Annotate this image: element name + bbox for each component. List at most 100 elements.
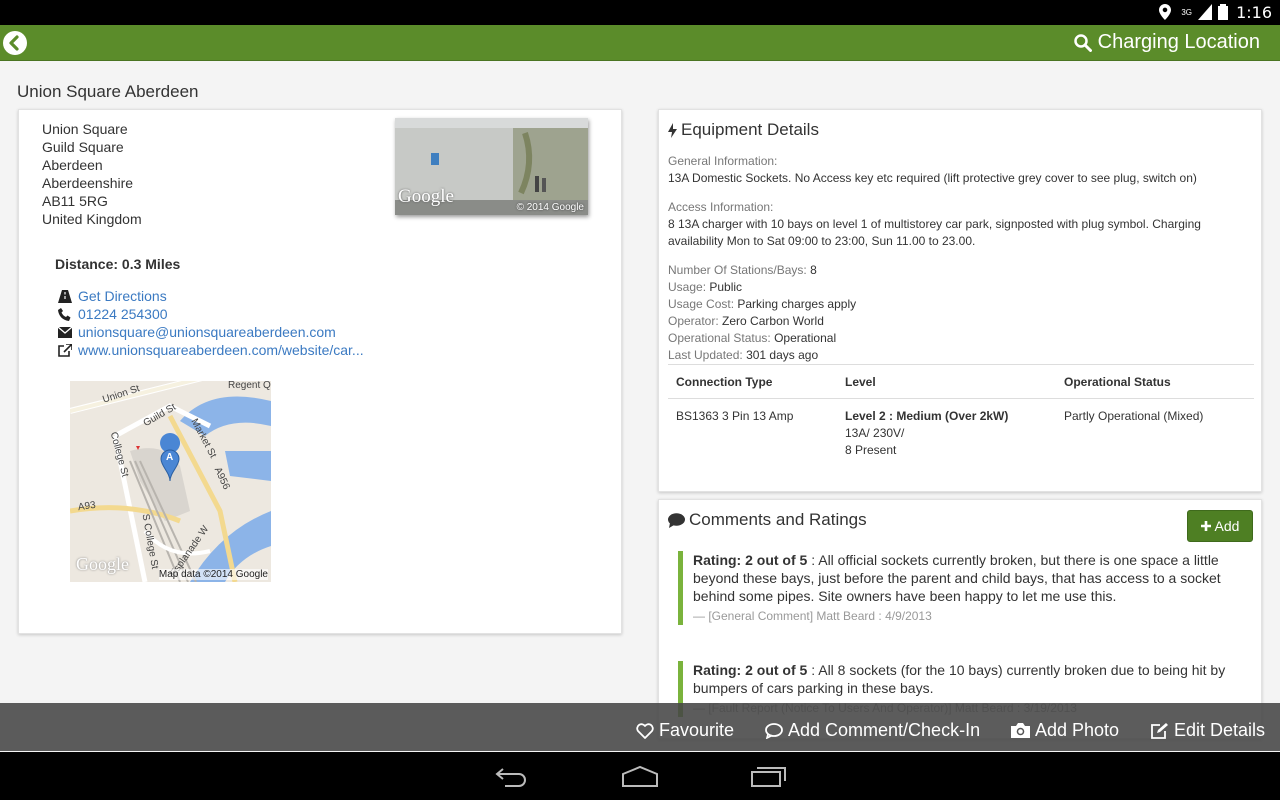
- search-icon: [1073, 33, 1092, 52]
- status-bar: 3G 1:16: [0, 0, 1280, 25]
- favourite-button[interactable]: Favourite: [636, 720, 734, 741]
- stations-value: 8: [810, 263, 817, 277]
- location-panel: Union Square Guild Square Aberdeen Aberd…: [18, 109, 622, 634]
- nav-back-icon: [495, 768, 526, 787]
- map-copyright: Map data ©2014 Google: [158, 569, 268, 580]
- table-row: BS1363 3 Pin 13 Amp Level 2 : Medium (Ov…: [668, 399, 1254, 469]
- level-detail: 13A/ 230V/: [845, 426, 905, 440]
- add-comment-checkin-label: Add Comment/Check-In: [788, 720, 981, 740]
- usage-cost-label: Usage Cost:: [668, 297, 735, 311]
- add-comment-button[interactable]: Add: [1187, 510, 1253, 542]
- last-updated-row: Last Updated: 301 days ago: [668, 347, 1248, 364]
- comment-rating: Rating: 2 out of 5: [693, 662, 808, 678]
- plus-icon: [1200, 521, 1211, 531]
- usage-row: Usage: Public: [668, 279, 1248, 296]
- stations-label: Number Of Stations/Bays:: [668, 263, 807, 277]
- directions-link[interactable]: Get Directions: [57, 287, 167, 305]
- website-url: www.unionsquareaberdeen.com/website/car.…: [78, 342, 364, 358]
- access-info-label: Access Information:: [668, 200, 774, 214]
- nav-back-button[interactable]: [495, 764, 529, 793]
- general-info: General Information: 13A Domestic Socket…: [668, 153, 1248, 187]
- operational-status-value: Operational: [774, 331, 837, 345]
- heart-icon: [636, 722, 654, 739]
- network-type-label: 3G: [1181, 7, 1192, 17]
- add-comment-checkin-button[interactable]: Add Comment/Check-In: [765, 720, 980, 741]
- column-header: Level: [837, 364, 1056, 399]
- action-bar: Charging Location: [0, 25, 1280, 61]
- map-street-label: Regent Q: [228, 381, 271, 391]
- comment-item: Rating: 2 out of 5 : All official socket…: [678, 551, 1252, 625]
- connection-status-cell: Partly Operational (Mixed): [1064, 409, 1204, 423]
- nav-recents-icon: [751, 767, 786, 787]
- edit-details-label: Edit Details: [1174, 720, 1266, 740]
- envelope-icon: [57, 325, 72, 339]
- address-line: AB11 5RG: [42, 193, 108, 209]
- access-info-text: 8 13A charger with 10 bays on level 1 of…: [668, 217, 1201, 248]
- stations-row: Number Of Stations/Bays: 8: [668, 262, 1248, 279]
- add-button-label: Add: [1214, 518, 1240, 534]
- connection-type-cell: BS1363 3 Pin 13 Amp: [676, 409, 794, 423]
- website-link[interactable]: www.unionsquareaberdeen.com/website/car.…: [57, 341, 364, 359]
- address-block: Union Square Guild Square Aberdeen Aberd…: [42, 120, 142, 228]
- street-view-photo[interactable]: Google © 2014 Google: [395, 118, 588, 215]
- lightning-icon: [668, 122, 677, 138]
- edit-details-button[interactable]: Edit Details: [1151, 720, 1265, 741]
- comment-icon: [765, 722, 783, 739]
- location-map-thumbnail[interactable]: A Union St Regent Q Guild St Market St C…: [70, 381, 271, 582]
- google-watermark: Google: [398, 186, 454, 207]
- email-address: unionsquare@unionsquareaberdeen.com: [78, 324, 336, 340]
- road-icon: [57, 289, 72, 303]
- add-photo-label: Add Photo: [1035, 720, 1120, 740]
- comment-bubble-icon: [668, 512, 685, 528]
- operational-status-row: Operational Status: Operational: [668, 330, 1248, 347]
- back-button[interactable]: [3, 31, 27, 55]
- back-arrow-icon: [9, 35, 19, 51]
- address-line: United Kingdom: [42, 211, 142, 227]
- favourite-label: Favourite: [659, 720, 735, 740]
- column-header: Operational Status: [1056, 364, 1254, 399]
- connections-table: Connection Type Level Operational Status…: [668, 364, 1254, 468]
- photo-copyright: © 2014 Google: [516, 202, 584, 213]
- phone-link[interactable]: 01224 254300: [57, 305, 168, 323]
- signal-icon: [1198, 4, 1212, 20]
- action-bar-title-text: Charging Location: [1097, 31, 1260, 53]
- add-photo-button[interactable]: Add Photo: [1011, 720, 1119, 741]
- usage-cost-value: Parking charges apply: [737, 297, 857, 311]
- last-updated-value: 301 days ago: [746, 348, 819, 362]
- nav-home-button[interactable]: [621, 764, 659, 793]
- level-title: Level 2 : Medium (Over 2kW): [845, 409, 1009, 423]
- usage-value: Public: [709, 280, 743, 294]
- nav-recents-button[interactable]: [750, 764, 788, 793]
- action-bar-title[interactable]: Charging Location: [1073, 31, 1260, 54]
- comments-heading: Comments and Ratings: [668, 510, 867, 530]
- operator-label: Operator:: [668, 314, 719, 328]
- comment-text-block: Rating: 2 out of 5 : All official socket…: [693, 551, 1252, 605]
- phone-number: 01224 254300: [78, 306, 168, 322]
- comments-heading-text: Comments and Ratings: [689, 510, 867, 529]
- operational-status-label: Operational Status:: [668, 331, 771, 345]
- address-line: Union Square: [42, 121, 128, 137]
- table-header-row: Connection Type Level Operational Status: [668, 364, 1254, 399]
- address-line: Aberdeen: [42, 157, 103, 173]
- map-marker-label: A: [166, 452, 174, 463]
- comment-meta: — [General Comment] Matt Beard : 4/9/201…: [693, 609, 932, 623]
- general-info-text: 13A Domestic Sockets. No Access key etc …: [668, 171, 1197, 185]
- battery-icon: [1218, 4, 1228, 20]
- column-header: Connection Type: [668, 364, 837, 399]
- level-cell: Level 2 : Medium (Over 2kW) 13A/ 230V/ 8…: [837, 399, 1056, 469]
- external-link-icon: [57, 343, 72, 357]
- page-title: Union Square Aberdeen: [17, 82, 199, 101]
- distance-label: Distance: 0.3 Miles: [55, 256, 181, 272]
- access-info: Access Information: 8 13A charger with 1…: [668, 199, 1248, 250]
- directions-label: Get Directions: [78, 288, 167, 304]
- email-link[interactable]: unionsquare@unionsquareaberdeen.com: [57, 323, 336, 341]
- nav-home-icon: [622, 765, 658, 787]
- status-icons: 3G: [1159, 4, 1228, 20]
- edit-icon: [1151, 722, 1168, 739]
- operator-row: Operator: Zero Carbon World: [668, 313, 1248, 330]
- location-icon: [1159, 4, 1172, 20]
- bottom-action-bar: Favourite Add Comment/Check-In Add Photo…: [0, 703, 1280, 751]
- usage-label: Usage:: [668, 280, 707, 294]
- map-google-watermark: Google: [76, 554, 129, 574]
- phone-icon: [57, 307, 72, 321]
